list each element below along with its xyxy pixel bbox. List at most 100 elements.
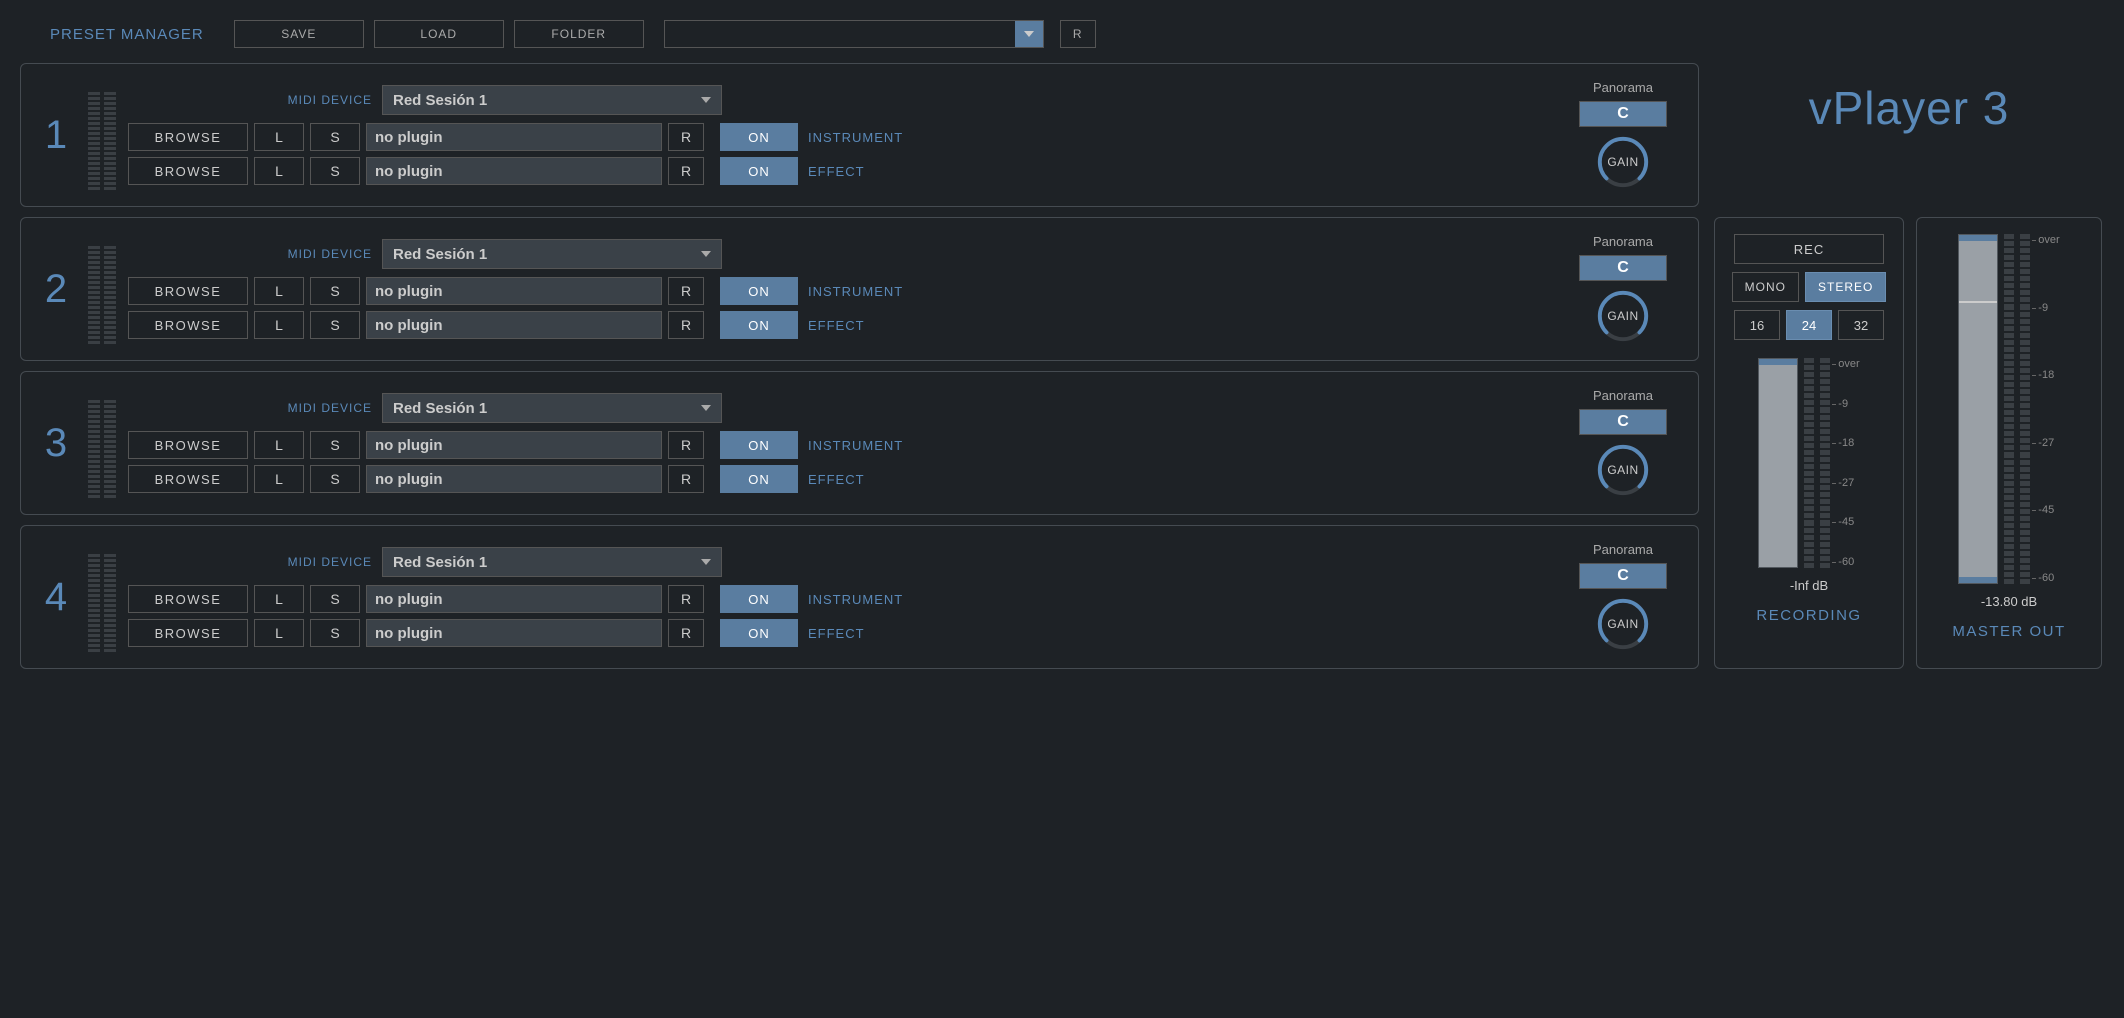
recording-seg-meter-l xyxy=(1804,358,1814,568)
load-effect-button[interactable]: L xyxy=(254,157,304,185)
midi-device-select[interactable]: Red Sesión 1 xyxy=(382,239,722,269)
midi-device-select[interactable]: Red Sesión 1 xyxy=(382,547,722,577)
instrument-r-button[interactable]: R xyxy=(668,123,704,151)
mono-button[interactable]: MONO xyxy=(1732,272,1799,302)
effect-label: EFFECT xyxy=(808,472,906,487)
effect-r-button[interactable]: R xyxy=(668,311,704,339)
load-instrument-button[interactable]: L xyxy=(254,431,304,459)
effect-r-button[interactable]: R xyxy=(668,157,704,185)
panorama-label: Panorama xyxy=(1593,234,1653,249)
bit-depth-row: 162432 xyxy=(1734,310,1884,340)
instrument-on-button[interactable]: ON xyxy=(720,585,798,613)
instrument-r-button[interactable]: R xyxy=(668,585,704,613)
scale-tick: -9 xyxy=(2038,302,2059,314)
save-effect-button[interactable]: S xyxy=(310,311,360,339)
gain-knob[interactable]: GAIN xyxy=(1594,595,1652,653)
effect-plugin-field[interactable]: no plugin xyxy=(366,311,662,339)
gain-knob[interactable]: GAIN xyxy=(1594,287,1652,345)
load-button[interactable]: LOAD xyxy=(374,20,504,48)
gain-knob[interactable]: GAIN xyxy=(1594,441,1652,499)
effect-r-button[interactable]: R xyxy=(668,619,704,647)
instrument-plugin-field[interactable]: no plugin xyxy=(366,431,662,459)
dropdown-arrow-icon xyxy=(701,246,711,263)
effect-plugin-field[interactable]: no plugin xyxy=(366,157,662,185)
load-instrument-button[interactable]: L xyxy=(254,277,304,305)
app-title: vPlayer 3 xyxy=(1809,81,2010,135)
save-instrument-button[interactable]: S xyxy=(310,123,360,151)
panorama-value[interactable]: C xyxy=(1579,101,1667,127)
browse-instrument-button[interactable]: BROWSE xyxy=(128,585,248,613)
gain-knob[interactable]: GAIN xyxy=(1594,133,1652,191)
effect-on-button[interactable]: ON xyxy=(720,157,798,185)
effect-on-button[interactable]: ON xyxy=(720,311,798,339)
save-effect-button[interactable]: S xyxy=(310,619,360,647)
folder-button[interactable]: FOLDER xyxy=(514,20,644,48)
save-effect-button[interactable]: S xyxy=(310,465,360,493)
save-instrument-button[interactable]: S xyxy=(310,585,360,613)
channel-number: 1 xyxy=(36,113,76,158)
preset-select[interactable] xyxy=(664,20,1044,48)
channel-4: 4 MIDI DEVICE Red Sesión 1 BROWSE L S no… xyxy=(20,525,1699,669)
panorama-value[interactable]: C xyxy=(1579,255,1667,281)
effect-on-button[interactable]: ON xyxy=(720,465,798,493)
effect-plugin-field[interactable]: no plugin xyxy=(366,465,662,493)
instrument-plugin-field[interactable]: no plugin xyxy=(366,277,662,305)
dropdown-arrow-icon xyxy=(1015,21,1043,47)
browse-instrument-button[interactable]: BROWSE xyxy=(128,431,248,459)
channel-meters xyxy=(88,542,116,652)
save-instrument-button[interactable]: S xyxy=(310,277,360,305)
instrument-on-button[interactable]: ON xyxy=(720,431,798,459)
scale-tick: over xyxy=(2038,234,2059,246)
bit-16-button[interactable]: 16 xyxy=(1734,310,1780,340)
channel-number: 2 xyxy=(36,267,76,312)
channel-meters xyxy=(88,234,116,344)
instrument-plugin-field[interactable]: no plugin xyxy=(366,585,662,613)
channel-2: 2 MIDI DEVICE Red Sesión 1 BROWSE L S no… xyxy=(20,217,1699,361)
browse-effect-button[interactable]: BROWSE xyxy=(128,311,248,339)
load-effect-button[interactable]: L xyxy=(254,465,304,493)
midi-device-label: MIDI DEVICE xyxy=(282,401,372,415)
save-instrument-button[interactable]: S xyxy=(310,431,360,459)
load-instrument-button[interactable]: L xyxy=(254,123,304,151)
panorama-label: Panorama xyxy=(1593,542,1653,557)
instrument-r-button[interactable]: R xyxy=(668,431,704,459)
channel-number: 3 xyxy=(36,421,76,466)
instrument-on-button[interactable]: ON xyxy=(720,123,798,151)
browse-instrument-button[interactable]: BROWSE xyxy=(128,277,248,305)
effect-r-button[interactable]: R xyxy=(668,465,704,493)
gain-label: GAIN xyxy=(1607,463,1638,477)
browse-effect-button[interactable]: BROWSE xyxy=(128,619,248,647)
midi-device-select[interactable]: Red Sesión 1 xyxy=(382,85,722,115)
stereo-button[interactable]: STEREO xyxy=(1805,272,1886,302)
panorama-value[interactable]: C xyxy=(1579,409,1667,435)
effect-plugin-field[interactable]: no plugin xyxy=(366,619,662,647)
channel-meters xyxy=(88,80,116,190)
instrument-on-button[interactable]: ON xyxy=(720,277,798,305)
browse-effect-button[interactable]: BROWSE xyxy=(128,157,248,185)
gain-label: GAIN xyxy=(1607,155,1638,169)
load-effect-button[interactable]: L xyxy=(254,619,304,647)
load-effect-button[interactable]: L xyxy=(254,311,304,339)
preset-manager-bar: PRESET MANAGER SAVE LOAD FOLDER R xyxy=(50,20,2094,48)
rec-button[interactable]: REC xyxy=(1734,234,1884,264)
recording-scale: over-9-18-27-45-60 xyxy=(1836,358,1859,568)
effect-on-button[interactable]: ON xyxy=(720,619,798,647)
instrument-r-button[interactable]: R xyxy=(668,277,704,305)
instrument-plugin-field[interactable]: no plugin xyxy=(366,123,662,151)
scale-tick: -18 xyxy=(1838,437,1859,449)
browse-effect-button[interactable]: BROWSE xyxy=(128,465,248,493)
browse-instrument-button[interactable]: BROWSE xyxy=(128,123,248,151)
bit-32-button[interactable]: 32 xyxy=(1838,310,1884,340)
master-db: -13.80 dB xyxy=(1981,594,2037,609)
master-scale: over-9-18-27-45-60 xyxy=(2036,234,2059,584)
scale-tick: -18 xyxy=(2038,369,2059,381)
midi-device-select[interactable]: Red Sesión 1 xyxy=(382,393,722,423)
bit-24-button[interactable]: 24 xyxy=(1786,310,1832,340)
load-instrument-button[interactable]: L xyxy=(254,585,304,613)
panorama-label: Panorama xyxy=(1593,80,1653,95)
preset-r-button[interactable]: R xyxy=(1060,20,1096,48)
save-effect-button[interactable]: S xyxy=(310,157,360,185)
scale-tick: -27 xyxy=(1838,477,1859,489)
save-button[interactable]: SAVE xyxy=(234,20,364,48)
panorama-value[interactable]: C xyxy=(1579,563,1667,589)
